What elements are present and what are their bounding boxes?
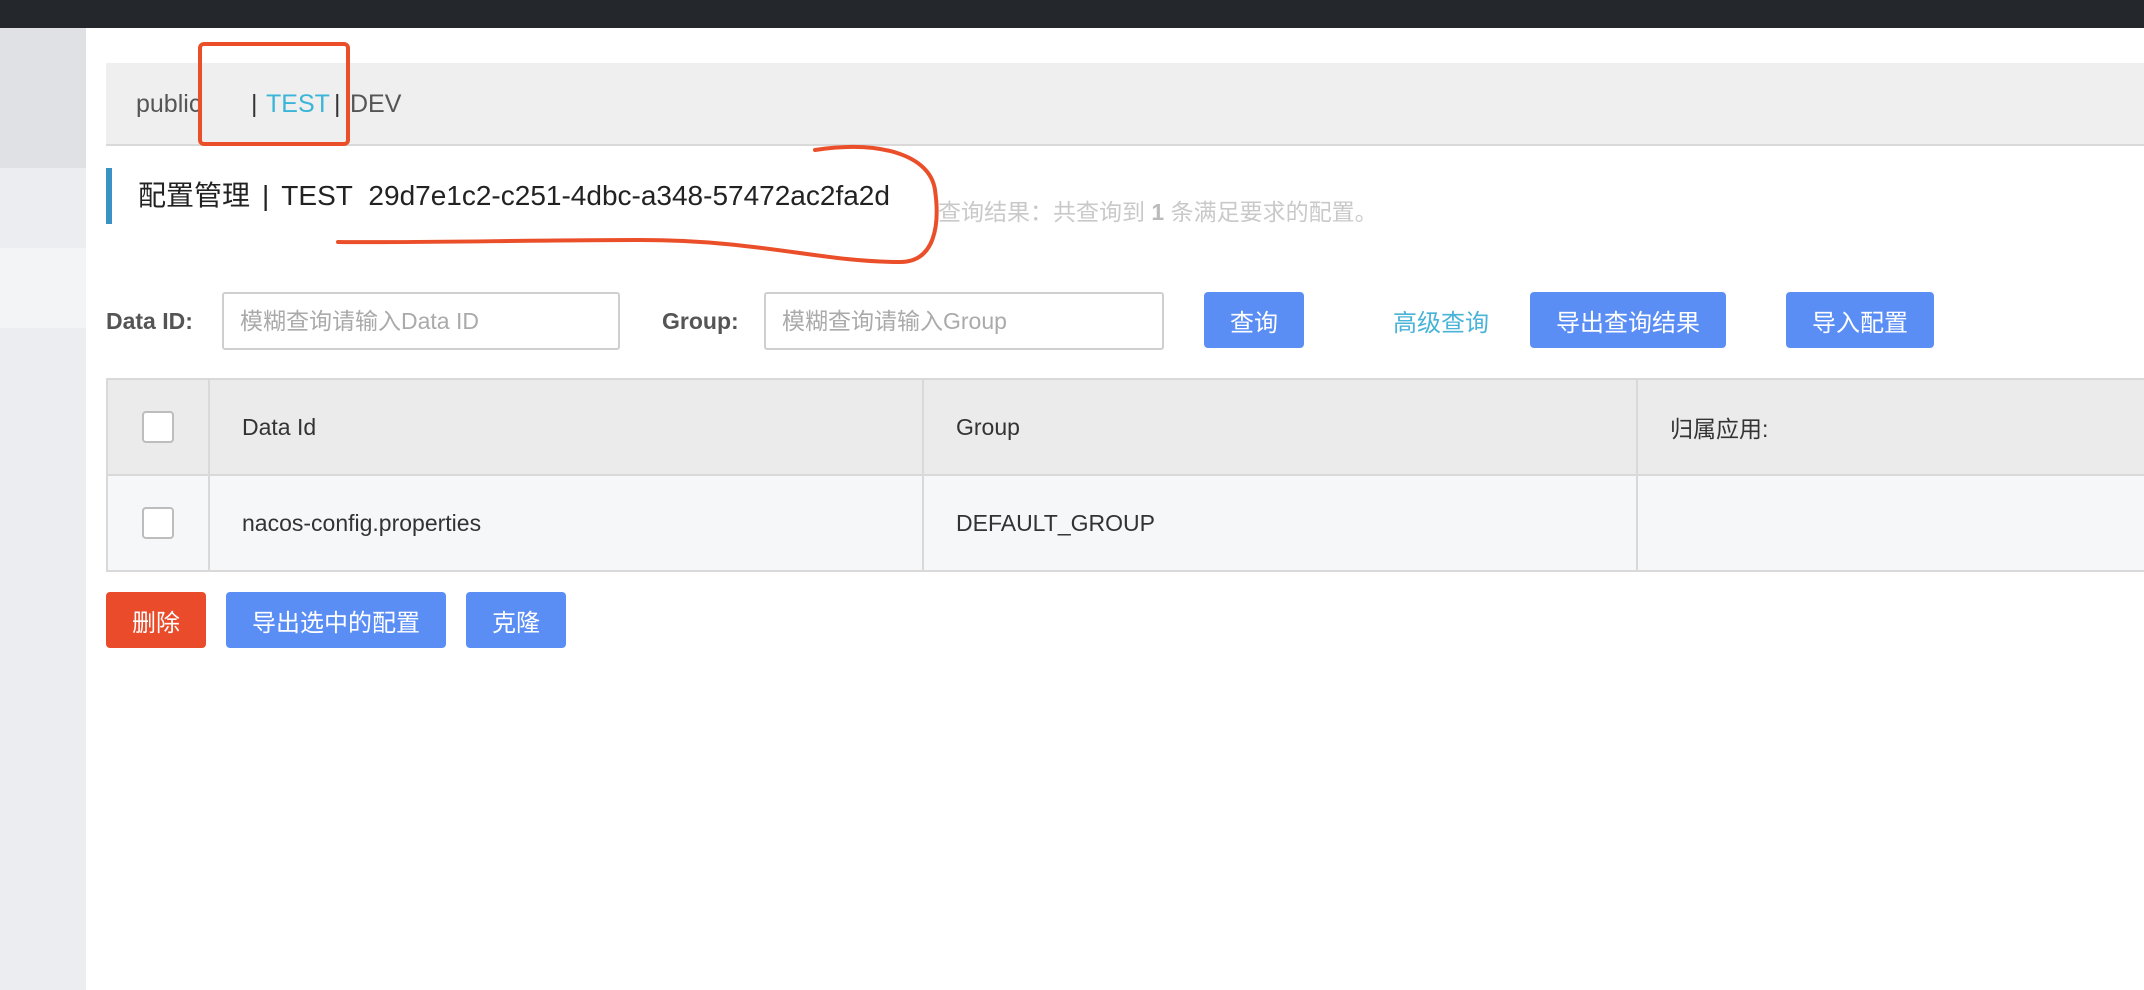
namespace-bar: public | TEST | DEV	[106, 63, 2144, 146]
annotation-box	[198, 42, 350, 146]
group-input[interactable]	[764, 292, 1164, 350]
query-result-text: 查询结果：共查询到 1 条满足要求的配置。	[938, 193, 1378, 227]
table-row: nacos-config.properties DEFAULT_GROUP	[108, 476, 2144, 570]
group-label: Group:	[662, 308, 739, 334]
delete-button[interactable]: 删除	[106, 592, 206, 648]
sidebar-block	[0, 248, 86, 328]
query-result-count: 1	[1151, 199, 1165, 225]
top-bar	[0, 0, 2144, 28]
search-bar: Data ID: Group: 查询 高级查询 导出查询结果 导入配置	[106, 292, 2144, 350]
page-title-bar: 配置管理 | TEST 29d7e1c2-c251-4dbc-a348-57472a…	[106, 168, 890, 224]
table-header: Data Id Group 归属应用:	[108, 380, 2144, 476]
row-data-id: nacos-config.properties	[210, 476, 924, 570]
column-header-group: Group	[924, 380, 1638, 474]
page-title-namespace: TEST	[281, 180, 353, 211]
select-all-checkbox[interactable]	[142, 411, 174, 443]
sidebar-block	[0, 28, 86, 168]
import-config-button[interactable]: 导入配置	[1786, 292, 1934, 348]
config-table: Data Id Group 归属应用: nacos-config.propert…	[106, 378, 2144, 572]
sidebar	[0, 28, 86, 990]
export-selected-button[interactable]: 导出选中的配置	[226, 592, 446, 648]
column-header-app: 归属应用:	[1670, 416, 1769, 442]
column-header-data-id: Data Id	[210, 380, 924, 474]
row-group: DEFAULT_GROUP	[924, 476, 1638, 570]
row-checkbox-cell	[108, 476, 210, 570]
page-title-section: 配置管理	[138, 180, 251, 211]
row-app	[1638, 476, 2144, 570]
query-button[interactable]: 查询	[1204, 292, 1304, 348]
page-title-separator: |	[262, 180, 270, 211]
page-title-namespace-id: 29d7e1c2-c251-4dbc-a348-57472ac2fa2d	[368, 180, 890, 211]
query-result-prefix: 查询结果：共查询到	[938, 199, 1145, 225]
clone-button[interactable]: 克隆	[466, 592, 566, 648]
namespace-public[interactable]: public	[136, 63, 201, 146]
row-checkbox[interactable]	[142, 507, 174, 539]
data-id-input[interactable]	[222, 292, 620, 350]
header-checkbox-cell	[108, 380, 210, 474]
advanced-query-link[interactable]: 高级查询	[1366, 292, 1516, 348]
export-results-button[interactable]: 导出查询结果	[1530, 292, 1726, 348]
main-content: public | TEST | DEV 配置管理 | TEST 29d7e1c2-c…	[86, 28, 2144, 990]
query-result-suffix: 条满足要求的配置。	[1170, 199, 1378, 225]
page-title: 配置管理 | TEST 29d7e1c2-c251-4dbc-a348-57472a…	[138, 168, 890, 224]
data-id-label: Data ID:	[106, 308, 193, 334]
namespace-dev[interactable]: DEV	[350, 63, 401, 146]
